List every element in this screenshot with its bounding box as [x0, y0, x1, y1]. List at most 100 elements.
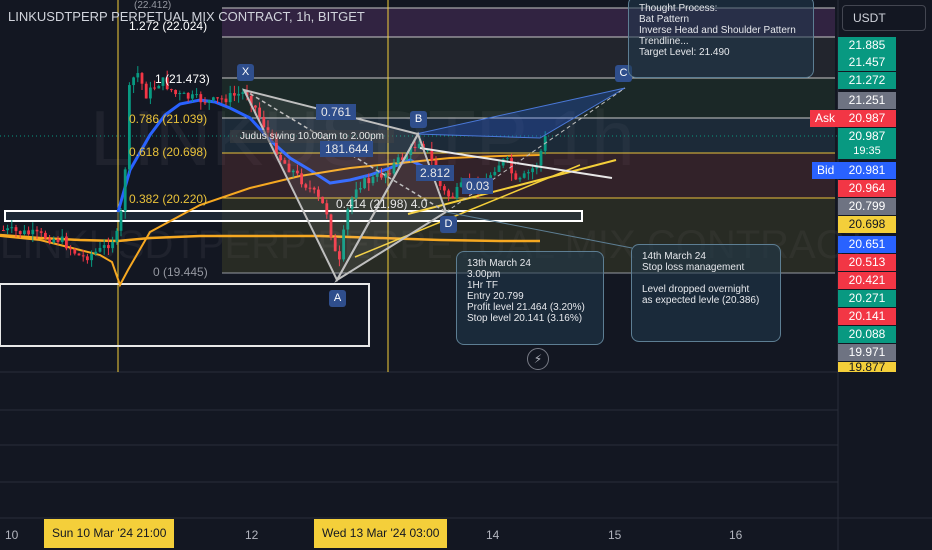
- candle-body: [216, 97, 219, 99]
- candle-body: [224, 98, 228, 103]
- bid-tag: Bid: [812, 162, 840, 179]
- candle-body: [6, 228, 9, 231]
- time-label-14: 14: [486, 528, 500, 542]
- candle-body: [514, 173, 518, 180]
- fib-label-1: 1 (21.473): [155, 72, 210, 86]
- candle-body: [18, 231, 22, 235]
- candle-body: [94, 251, 98, 254]
- ratio-label-003: 0.03: [462, 178, 494, 194]
- point-a-label[interactable]: A: [329, 290, 346, 307]
- fib-label-0786: 0.786 (21.039): [129, 112, 208, 126]
- candle-body: [178, 92, 182, 95]
- price-tick: 20.987: [838, 128, 896, 145]
- price-tick: 20.513: [838, 254, 896, 271]
- candle-body: [140, 73, 144, 84]
- range-box[interactable]: [0, 283, 370, 347]
- price-tick: 21.272: [838, 72, 896, 89]
- point-b-label[interactable]: B: [410, 111, 427, 128]
- fib-label-0: 0 (19.445): [153, 265, 208, 279]
- candle-body: [522, 173, 526, 178]
- price-tick: 19:35: [838, 144, 896, 159]
- candle-body: [174, 89, 177, 95]
- candle-body: [136, 73, 140, 78]
- candle-body: [10, 227, 14, 229]
- candle-body: [60, 236, 64, 243]
- candle-body: [191, 94, 194, 99]
- candle-body: [195, 94, 198, 96]
- candle-body: [153, 87, 156, 89]
- fib-label-top: (22.412): [134, 0, 172, 11]
- candle-body: [443, 186, 446, 191]
- candle-body: [35, 229, 39, 232]
- thought-process-note[interactable]: Thought Process: Bat Pattern Inverse Hea…: [628, 0, 814, 78]
- candle-body: [119, 211, 123, 231]
- trade-setup-note[interactable]: 13th March 24 3.00pm 1Hr TF Entry 20.799…: [456, 251, 604, 345]
- point-d-label[interactable]: D: [440, 216, 457, 233]
- candle-body: [77, 253, 81, 256]
- candle-body: [73, 249, 77, 254]
- lightning-icon[interactable]: ⚡: [527, 348, 549, 370]
- sub-pane: [0, 372, 838, 520]
- fib-label-0618: 0.618 (20.698): [129, 145, 208, 159]
- price-tick: 19.877: [838, 362, 896, 372]
- candle-body: [149, 87, 152, 99]
- price-tick: 21.251: [838, 92, 896, 109]
- candle-body: [157, 85, 161, 89]
- price-tick: 20.651: [838, 236, 896, 253]
- candle-body: [228, 93, 232, 103]
- candle-body: [39, 231, 43, 233]
- candle-body: [81, 255, 85, 257]
- fib-label-0382: 0.382 (20.220): [129, 192, 208, 206]
- candle-body: [132, 77, 135, 86]
- ratio-label-2812: 2.812: [416, 165, 455, 181]
- candle-body: [14, 227, 18, 232]
- candle-body: [493, 171, 497, 176]
- price-tick: 20.981: [838, 162, 896, 179]
- stop-loss-note[interactable]: 14th March 24 Stop loss management Level…: [631, 244, 781, 342]
- ask-tag: Ask: [810, 110, 841, 127]
- price-tick: 20.987: [838, 110, 896, 127]
- candle-body: [447, 190, 450, 197]
- candle-body: [455, 186, 459, 199]
- candle-body: [69, 248, 72, 250]
- support-box[interactable]: [4, 210, 583, 222]
- candle-body: [98, 247, 102, 252]
- candle-body: [102, 245, 106, 248]
- fib-label-1272: 1.272 (22.024): [129, 19, 208, 33]
- price-tick: 21.885: [838, 37, 896, 54]
- point-x-label[interactable]: X: [237, 64, 254, 81]
- candle-body: [527, 172, 530, 174]
- price-tick: 20.141: [838, 308, 896, 325]
- candle-body: [212, 97, 215, 101]
- candle-body: [27, 230, 30, 235]
- candle-body: [430, 149, 434, 161]
- candle-body: [23, 230, 26, 235]
- time-highlight-wed: Wed 13 Mar '24 03:00: [314, 519, 448, 548]
- time-label-12: 12: [245, 528, 259, 542]
- price-tick: 21.457: [838, 54, 896, 71]
- candle-body: [144, 83, 148, 99]
- candle-body: [44, 232, 47, 239]
- candle-body: [186, 92, 190, 99]
- price-tick: 20.088: [838, 326, 896, 343]
- price-tick: 20.271: [838, 290, 896, 307]
- price-tick: 20.698: [838, 216, 896, 233]
- candle-body: [123, 169, 127, 212]
- price-tick: 20.799: [838, 198, 896, 215]
- time-label-10: 10: [5, 528, 19, 542]
- price-tick: 19.971: [838, 344, 896, 361]
- candle-body: [86, 256, 89, 261]
- currency-button[interactable]: USDT: [842, 5, 926, 31]
- candle-body: [207, 100, 211, 103]
- candle-body: [199, 94, 203, 103]
- candle-body: [2, 230, 5, 231]
- candle-body: [237, 93, 240, 96]
- candle-body: [48, 238, 51, 243]
- candle-body: [497, 165, 501, 172]
- ratio-label-181644: 181.644: [320, 141, 374, 157]
- time-label-15: 15: [608, 528, 622, 542]
- price-tick: 20.964: [838, 180, 896, 197]
- candle-body: [107, 245, 110, 249]
- candle-body: [451, 196, 455, 199]
- candle-body: [518, 177, 522, 180]
